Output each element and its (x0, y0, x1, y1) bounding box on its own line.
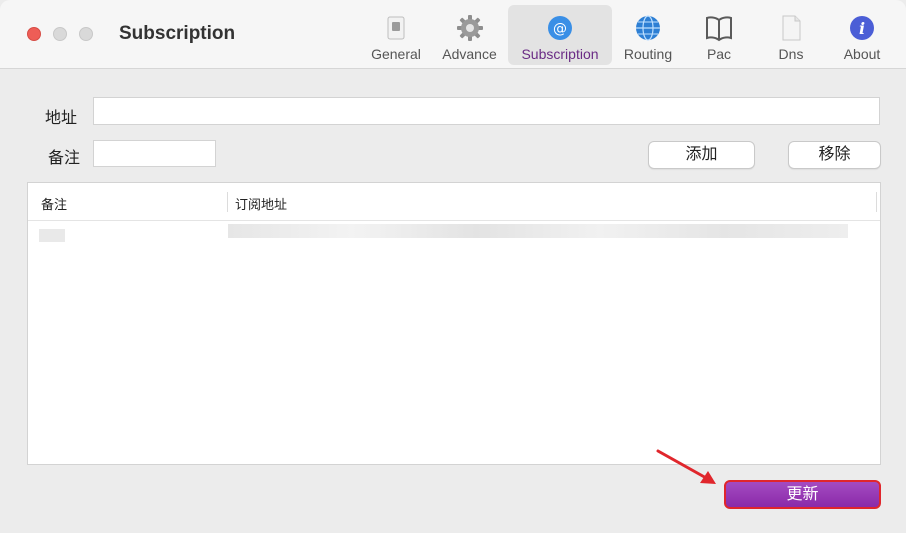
annotation-arrow-icon (656, 449, 716, 484)
add-button[interactable]: 添加 (648, 141, 755, 169)
redacted-url (228, 224, 848, 238)
column-header-remark[interactable]: 备注 (41, 194, 67, 213)
info-icon: i (850, 16, 874, 40)
close-window-button[interactable] (27, 27, 41, 41)
globe-icon (636, 15, 660, 41)
address-label: 地址 (45, 110, 78, 127)
gear-icon (456, 15, 483, 41)
tab-subscription[interactable]: @ Subscription (508, 5, 612, 65)
address-input[interactable] (93, 97, 880, 125)
svg-text:@: @ (553, 21, 567, 37)
document-icon (782, 15, 801, 41)
at-sign-icon: @ (548, 16, 572, 40)
switch-icon (387, 16, 405, 40)
tab-pac[interactable]: Pac (693, 5, 745, 65)
tab-about[interactable]: i About (836, 5, 888, 65)
redacted-remark (39, 229, 65, 242)
title-bar: Subscription General Advance @ Subscript… (0, 0, 906, 69)
tab-advance[interactable]: Advance (436, 5, 503, 65)
book-icon (706, 16, 732, 42)
remark-input[interactable] (93, 140, 216, 167)
tab-general[interactable]: General (365, 5, 427, 65)
remove-button[interactable]: 移除 (788, 141, 881, 169)
table-row[interactable] (28, 221, 880, 245)
window-title: Subscription (119, 23, 236, 44)
column-header-url[interactable]: 订阅地址 (235, 194, 287, 213)
minimize-window-button[interactable] (53, 27, 67, 41)
table-header: 备注 订阅地址 (28, 183, 880, 221)
tab-dns[interactable]: Dns (766, 5, 816, 65)
column-divider (227, 192, 228, 212)
svg-text:i: i (859, 19, 865, 38)
tab-routing[interactable]: Routing (617, 5, 679, 65)
column-divider (876, 192, 877, 212)
remark-label: 备注 (48, 150, 81, 167)
zoom-window-button[interactable] (79, 27, 93, 41)
subscription-table[interactable]: 备注 订阅地址 (27, 182, 881, 465)
update-button[interactable]: 更新 (724, 480, 881, 509)
preferences-window: Subscription General Advance @ Subscript… (0, 0, 906, 533)
